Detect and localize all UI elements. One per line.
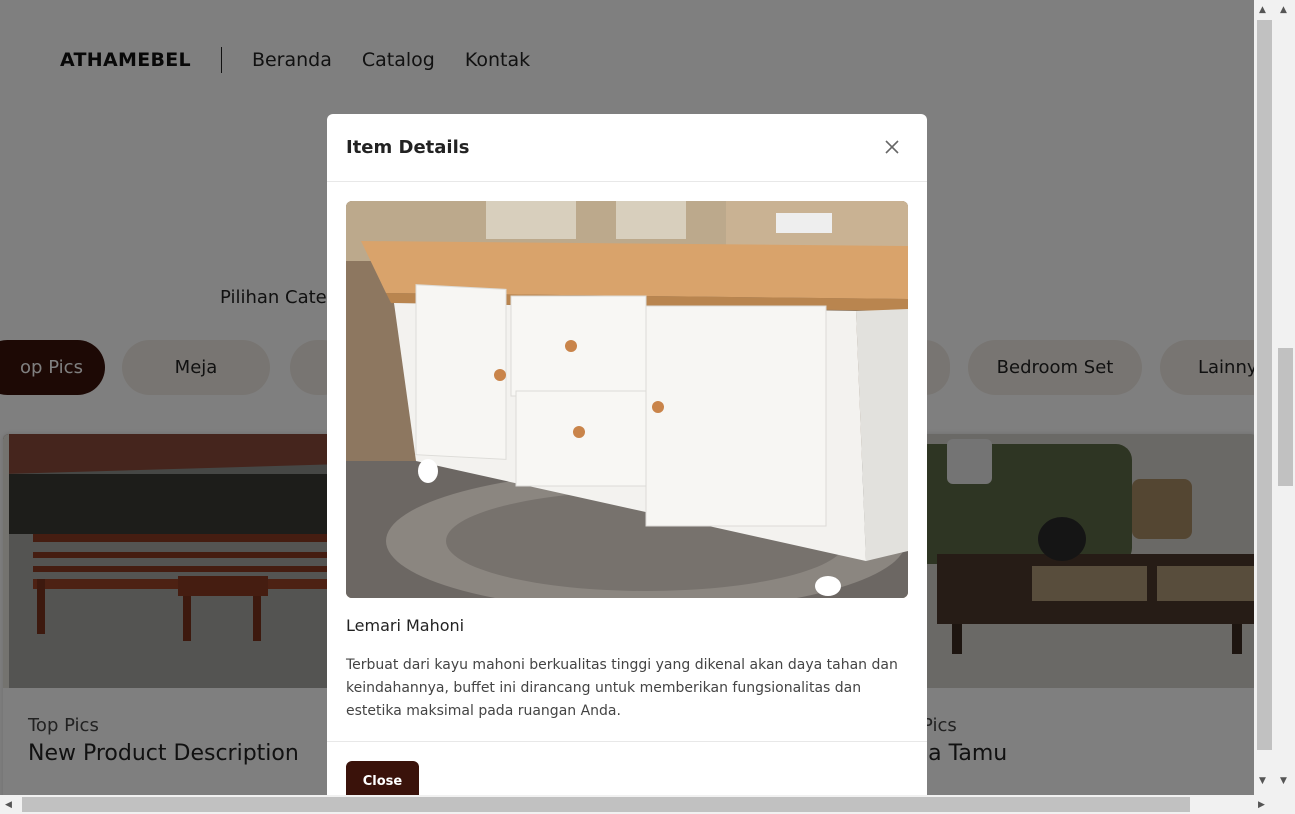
scrollbar-thumb[interactable]	[1278, 348, 1293, 486]
item-description: Terbuat dari kayu mahoni berkualitas tin…	[346, 657, 898, 719]
vertical-scrollbar[interactable]: ▲ ▼ ▲ ▼	[1254, 0, 1295, 795]
scrollbar-thumb[interactable]	[22, 797, 1190, 812]
scrollbar-thumb[interactable]	[1257, 20, 1272, 750]
item-name: Lemari Mahoni	[346, 616, 465, 635]
scroll-down-arrow-icon[interactable]: ▼	[1259, 776, 1266, 786]
scroll-right-arrow-icon[interactable]: ▶	[1258, 800, 1265, 810]
modal-header: Item Details	[327, 114, 927, 182]
scroll-left-arrow-icon[interactable]: ◀	[5, 800, 12, 810]
item-details-modal: Item Details Lemari Mahoni Terbuat dari …	[327, 114, 927, 814]
scroll-up-arrow-icon[interactable]: ▲	[1259, 5, 1266, 15]
scroll-down-arrow-icon[interactable]: ▼	[1280, 776, 1287, 786]
product-image-cabinet	[346, 201, 908, 598]
modal-title: Item Details	[346, 137, 470, 158]
scroll-up-arrow-icon[interactable]: ▲	[1280, 5, 1287, 15]
horizontal-scrollbar[interactable]: ◀ ▶	[0, 795, 1295, 814]
close-icon[interactable]	[882, 137, 902, 157]
